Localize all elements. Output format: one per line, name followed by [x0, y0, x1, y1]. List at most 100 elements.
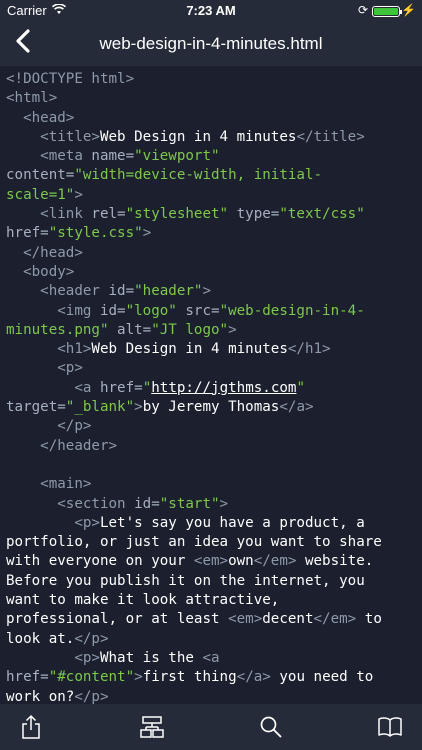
- code-token: >: [142, 225, 152, 242]
- code-token: Web Design in 4 minutes: [91, 341, 288, 358]
- code-token: </a>: [279, 399, 314, 416]
- code-line: href="style.css">: [6, 224, 416, 243]
- code-line: </p>: [6, 417, 416, 436]
- book-icon[interactable]: [377, 714, 403, 740]
- code-line: minutes.png" alt="JT logo">: [6, 321, 416, 340]
- code-line: <header id="header">: [6, 282, 416, 301]
- code-token: Web Design in 4 minutes: [99, 128, 297, 145]
- code-line: <img id="logo" src="web-design-in-4-: [6, 302, 416, 321]
- code-token: </a>: [236, 669, 271, 686]
- code-token: <meta: [6, 148, 92, 165]
- code-line: <html>: [6, 89, 416, 108]
- search-icon[interactable]: [258, 714, 284, 740]
- code-token: website.: [296, 553, 374, 570]
- code-token: <a: [6, 379, 100, 396]
- code-token: <body>: [6, 263, 75, 280]
- code-line: <body>: [6, 263, 416, 282]
- code-line: <meta name="viewport": [6, 147, 416, 166]
- code-token: "logo": [125, 302, 177, 319]
- code-token: </em>: [313, 611, 357, 628]
- code-token: <!DOCTYPE html>: [6, 71, 135, 87]
- code-line: target="_blank">by Jeremy Thomas</a>: [6, 398, 416, 417]
- code-line: <main>: [6, 475, 416, 494]
- code-token: <img: [6, 302, 100, 319]
- code-line: professional, or at least <em>decent</em…: [6, 610, 416, 629]
- code-token: <html>: [6, 90, 58, 107]
- bottom-toolbar: [0, 704, 422, 750]
- code-line: want to make it look attractive,: [6, 591, 416, 610]
- code-token: "header": [134, 283, 203, 300]
- code-token: <a: [202, 649, 220, 666]
- code-token: <title>: [6, 128, 100, 145]
- code-token: with everyone on your: [6, 553, 194, 570]
- code-token: >: [228, 321, 237, 338]
- code-token: </header>: [6, 437, 118, 454]
- share-icon[interactable]: [18, 714, 44, 740]
- code-line: <h1>Web Design in 4 minutes</h1>: [6, 340, 416, 359]
- code-token: Let's say you have a product, a: [99, 514, 365, 531]
- code-token: </p>: [6, 418, 92, 435]
- code-token: id=: [99, 302, 126, 319]
- code-token: "JT logo": [151, 321, 229, 338]
- code-token: <link: [6, 206, 92, 223]
- code-token: own: [228, 553, 254, 570]
- code-link[interactable]: http://jgthms.com: [151, 380, 296, 396]
- code-token: </p>: [74, 630, 109, 647]
- code-line: work on?</p>: [6, 688, 416, 705]
- code-token: "stylesheet": [125, 206, 229, 223]
- charging-icon: ⚡: [401, 3, 416, 17]
- code-token: >: [74, 186, 83, 203]
- code-line: content="width=device-width, initial-: [6, 166, 416, 185]
- code-line: </header>: [6, 437, 416, 456]
- code-token: name=: [91, 148, 135, 165]
- code-token: "text/css": [279, 206, 365, 223]
- code-token: portfolio, or just an idea you want to s…: [6, 534, 382, 551]
- code-token: "start": [159, 495, 220, 512]
- code-token: minutes.png": [6, 321, 109, 338]
- code-token: by Jeremy Thomas: [142, 399, 280, 416]
- code-token: href=: [6, 669, 49, 686]
- code-view[interactable]: <!DOCTYPE html> <html> <head> <title>Web …: [6, 70, 416, 704]
- code-token: <p>: [6, 649, 100, 666]
- code-line: <p>: [6, 359, 416, 378]
- code-token: <em>: [228, 611, 263, 628]
- status-bar: Carrier 7:23 AM ⟳ ⚡: [0, 0, 422, 22]
- code-token: What is the: [99, 649, 203, 666]
- code-line: portfolio, or just an idea you want to s…: [6, 533, 416, 552]
- code-token: target=: [6, 399, 66, 416]
- code-token: content=: [6, 167, 75, 184]
- code-token: "_blank": [65, 399, 135, 416]
- code-token: <head>: [6, 109, 75, 126]
- code-token: <p>: [6, 514, 100, 531]
- code-token: >: [202, 283, 212, 300]
- code-token: <p>: [6, 360, 83, 377]
- code-line: Before you publish it on the internet, y…: [6, 572, 416, 591]
- code-token: look at.: [6, 630, 75, 647]
- code-token: Before you publish it on the internet, y…: [6, 572, 365, 589]
- code-token: </p>: [74, 688, 109, 705]
- code-line: <title>Web Design in 4 minutes</title>: [6, 128, 416, 147]
- code-token: </h1>: [287, 341, 331, 358]
- code-line: </head>: [6, 244, 416, 263]
- code-token: </em>: [253, 553, 297, 570]
- navigation-bar: web-design-in-4-minutes.html: [0, 22, 422, 66]
- code-token: <section: [6, 495, 135, 512]
- code-line: <section id="start">: [6, 495, 416, 514]
- code-token: to: [356, 611, 382, 628]
- code-token: decent: [262, 611, 314, 628]
- code-token: >: [134, 669, 143, 686]
- code-line: <a href="http://jgthms.com": [6, 379, 416, 398]
- code-token: alt=: [108, 321, 152, 338]
- code-token: </head>: [6, 244, 83, 261]
- code-token: first thing: [142, 669, 237, 686]
- structure-icon[interactable]: [139, 714, 165, 740]
- code-token: professional, or at least: [6, 611, 229, 628]
- code-token: </title>: [296, 128, 365, 145]
- code-line: <head>: [6, 109, 416, 128]
- code-token: href=: [99, 379, 143, 396]
- code-token: ": [296, 379, 305, 396]
- code-token: want to make it look attractive,: [6, 592, 280, 609]
- code-token: "viewport": [134, 148, 220, 165]
- code-token: href=: [6, 225, 49, 242]
